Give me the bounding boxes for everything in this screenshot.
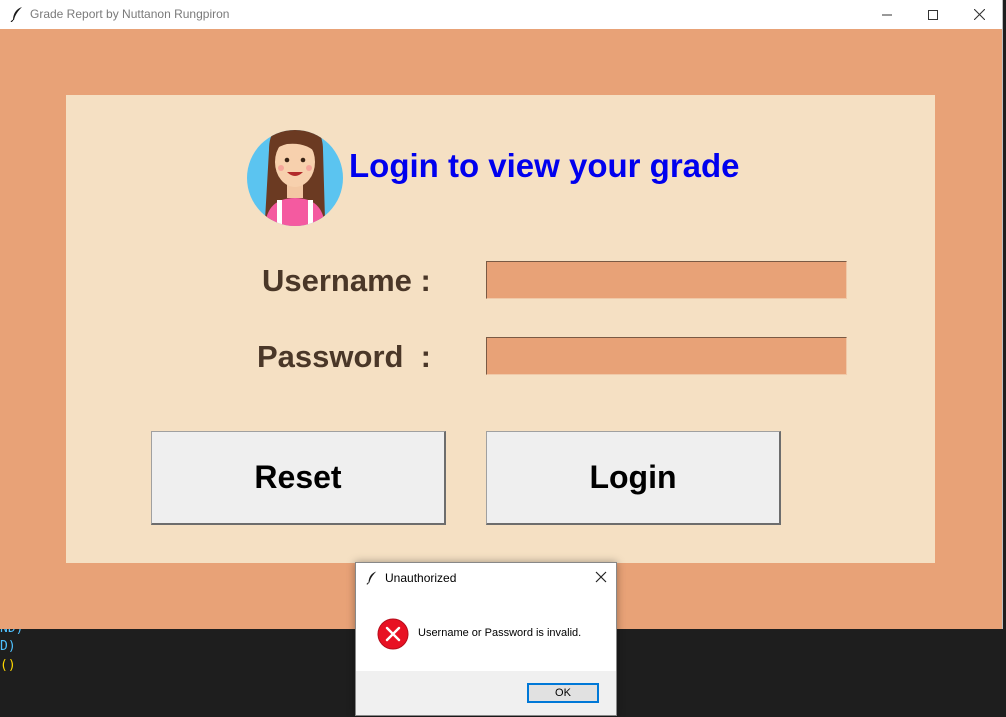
window-title: Grade Report by Nuttanon Rungpiron: [30, 7, 230, 21]
ok-button[interactable]: OK: [527, 683, 599, 703]
password-field[interactable]: [486, 337, 847, 375]
page-title: Login to view your grade: [349, 147, 740, 184]
dialog-footer: OK: [356, 671, 616, 715]
dialog-title: Unauthorized: [385, 571, 457, 585]
error-dialog: Unauthorized Username or Password is inv…: [355, 562, 617, 716]
password-label: Password :: [257, 339, 431, 374]
avatar-icon: [247, 130, 343, 226]
dialog-message: Username or Password is invalid.: [418, 627, 582, 639]
login-panel: Login to view your grade Username : Pass…: [66, 95, 935, 563]
username-label: Username :: [262, 263, 431, 298]
maximize-button[interactable]: [910, 0, 956, 29]
dialog-title-bar: Unauthorized: [356, 563, 616, 593]
close-button[interactable]: [956, 0, 1002, 29]
main-window: Grade Report by Nuttanon Rungpiron Login…: [0, 0, 1003, 629]
error-icon: [377, 618, 409, 650]
minimize-button[interactable]: [864, 0, 910, 29]
reset-button[interactable]: Reset: [151, 431, 446, 525]
close-icon[interactable]: [594, 570, 608, 584]
feather-icon: [366, 571, 377, 585]
code-line: (): [0, 658, 16, 673]
code-line: D): [0, 639, 16, 654]
close-icon: [973, 9, 985, 20]
maximize-icon: [928, 9, 938, 20]
minimize-icon: [882, 14, 892, 15]
feather-icon: [10, 7, 22, 22]
username-field[interactable]: [486, 261, 847, 299]
login-button[interactable]: Login: [486, 431, 781, 525]
title-bar: Grade Report by Nuttanon Rungpiron: [0, 0, 1002, 29]
